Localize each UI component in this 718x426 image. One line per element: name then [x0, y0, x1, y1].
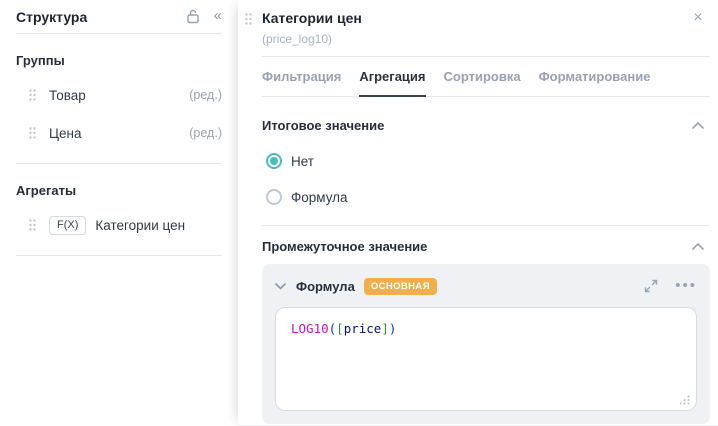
chevron-up-icon[interactable] — [692, 121, 704, 129]
lock-icon[interactable] — [186, 9, 200, 24]
code-token-bracket: ] — [381, 321, 389, 336]
drag-handle-icon[interactable] — [29, 127, 36, 139]
groups-heading: Группы — [16, 53, 65, 68]
aggregate-row-categories[interactable]: F(X) Категории цен — [16, 214, 222, 236]
group-row-tovar[interactable]: Товар (ред.) — [16, 84, 222, 106]
structure-sidebar: Структура « Группы Товар (ред.) Цена (ре… — [0, 0, 238, 426]
tab-sorting[interactable]: Сортировка — [444, 69, 521, 97]
more-options-icon[interactable]: ••• — [675, 278, 697, 293]
intermediate-value-section-header: Промежуточное значение — [262, 239, 710, 254]
formula-card: Формула ОСНОВНАЯ ••• LOG10([price]) — [262, 264, 710, 424]
collapse-sidebar-icon[interactable]: « — [214, 8, 222, 25]
tab-formatting[interactable]: Форматирование — [539, 69, 651, 97]
total-option-none[interactable]: Нет — [262, 153, 710, 169]
group-edit-link[interactable]: (ред.) — [189, 88, 222, 102]
resize-grip-icon[interactable] — [679, 395, 690, 405]
radio-dot — [270, 157, 278, 165]
group-edit-link[interactable]: (ред.) — [189, 126, 222, 140]
expand-icon[interactable] — [644, 279, 658, 293]
group-label: Товар — [49, 87, 86, 103]
radio-unselected[interactable] — [266, 189, 282, 205]
code-token-function: LOG10 — [291, 321, 329, 336]
formula-code-line: LOG10([price]) — [291, 321, 681, 336]
aggregate-settings-panel: Категории цен (price_log10) × Фильтрация… — [238, 0, 718, 426]
aggregates-heading: Агрегаты — [16, 183, 77, 198]
code-token-bracket: [ — [336, 321, 344, 336]
radio-label: Нет — [291, 153, 314, 169]
group-label: Цена — [49, 125, 82, 141]
close-icon[interactable]: × — [690, 10, 706, 26]
chevron-down-icon[interactable] — [275, 282, 286, 290]
sidebar-title: Структура — [16, 8, 88, 25]
formula-title: Формула — [296, 278, 355, 294]
panel-header-divider — [262, 56, 710, 57]
sidebar-header: Структура « — [16, 0, 222, 34]
radio-selected[interactable] — [266, 153, 282, 169]
main-badge: ОСНОВНАЯ — [363, 277, 437, 295]
drag-handle-icon[interactable] — [29, 89, 36, 101]
settings-tabs: Фильтрация Агрегация Сортировка Форматир… — [262, 69, 710, 97]
panel-subtitle: (price_log10) — [262, 32, 333, 46]
panel-drag-handle-icon[interactable] — [245, 13, 252, 25]
sidebar-divider — [16, 163, 222, 164]
section-divider — [262, 225, 710, 226]
tab-filtration[interactable]: Фильтрация — [262, 69, 341, 97]
formula-code-editor[interactable]: LOG10([price]) — [275, 307, 697, 411]
drag-handle-icon[interactable] — [29, 219, 36, 231]
group-row-tsena[interactable]: Цена (ред.) — [16, 122, 222, 144]
total-option-formula[interactable]: Формула — [262, 189, 710, 205]
code-token-field: price — [343, 321, 382, 336]
formula-card-header: Формула ОСНОВНАЯ ••• — [275, 273, 697, 299]
intermediate-value-heading: Промежуточное значение — [262, 239, 428, 254]
total-value-heading: Итоговое значение — [262, 118, 385, 133]
panel-title: Категории цен — [262, 10, 362, 26]
tab-aggregation[interactable]: Агрегация — [359, 69, 426, 97]
total-value-section-header: Итоговое значение — [262, 118, 710, 133]
aggregate-label: Категории цен — [95, 217, 186, 233]
fx-badge: F(X) — [49, 215, 87, 235]
sidebar-divider — [16, 255, 222, 256]
code-token-paren: ) — [388, 321, 397, 336]
radio-label: Формула — [291, 189, 348, 205]
chevron-up-icon[interactable] — [692, 242, 704, 250]
